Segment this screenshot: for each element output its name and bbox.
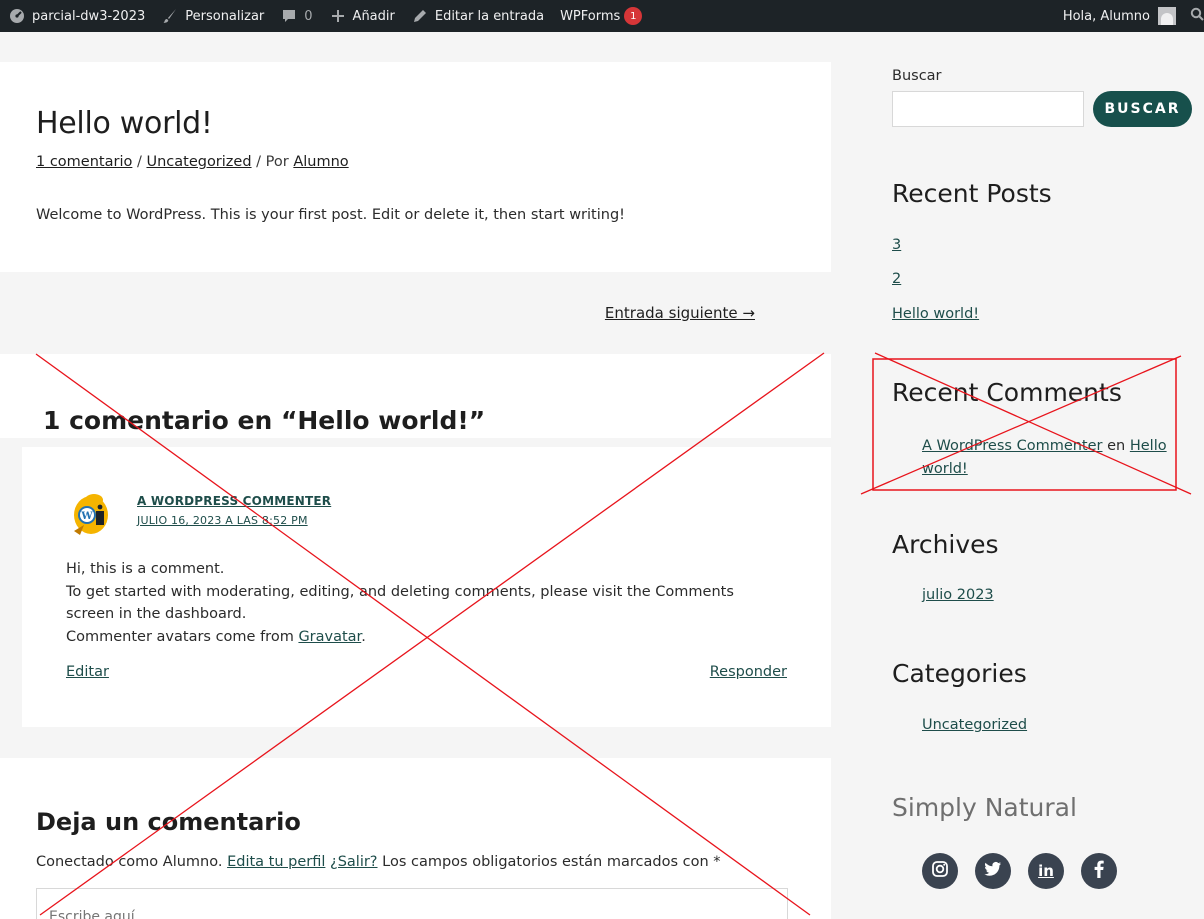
recent-posts-title: Recent Posts <box>892 179 1052 208</box>
dashboard-icon <box>8 7 26 25</box>
comment-bubble-icon <box>280 7 298 25</box>
recent-post-link[interactable]: 3 <box>892 237 901 253</box>
customize-label: Personalizar <box>185 8 265 24</box>
required-note: Los campos obligatorios están marcados c… <box>377 854 721 870</box>
meta-separator: / <box>132 154 147 170</box>
category-link[interactable]: Uncategorized <box>922 717 1027 733</box>
logged-in-as: Conectado como Alumno. Edita tu perfil ¿… <box>36 854 721 870</box>
post-author-link[interactable]: Alumno <box>293 154 348 170</box>
user-avatar-icon <box>1158 7 1176 25</box>
archives-title: Archives <box>892 530 999 559</box>
linkedin-link[interactable]: in <box>1028 853 1064 889</box>
edit-post-menu[interactable]: Editar la entrada <box>403 0 552 32</box>
pencil-icon <box>411 7 429 25</box>
wpforms-menu[interactable]: WPForms 1 <box>552 0 650 32</box>
search-icon <box>1190 7 1204 25</box>
twitter-icon <box>984 861 1002 881</box>
comment-line-suffix: . <box>361 628 366 645</box>
sidebar-search-button[interactable]: BUSCAR <box>1093 91 1192 127</box>
comment-item: W A WORDPRESS COMMENTER JULIO 16, 2023 A… <box>22 447 831 727</box>
recent-post-link[interactable]: Hello world! <box>892 306 979 322</box>
meta-by: / Por <box>251 154 294 170</box>
comment-edit-link[interactable]: Editar <box>66 664 109 680</box>
recent-comment-item: A WordPress Commenter en Hello world! <box>922 435 1172 481</box>
post-title: Hello world! <box>36 106 213 141</box>
logged-in-prefix: Conectado como Alumno. <box>36 854 228 870</box>
gravatar-link[interactable]: Gravatar <box>298 629 361 645</box>
brand-title: Simply Natural <box>892 793 1077 822</box>
recent-comment-author-link[interactable]: A WordPress Commenter <box>922 438 1103 454</box>
reply-title: Deja un comentario <box>36 808 301 836</box>
customize-menu[interactable]: Personalizar <box>153 0 272 32</box>
greeting: Hola, Alumno <box>1062 8 1150 24</box>
comment-line: Hi, this is a comment. <box>66 561 225 577</box>
post-meta: 1 comentario / Uncategorized / Por Alumn… <box>36 154 349 170</box>
comment-line: Commenter avatars come from Gravatar. <box>66 626 786 649</box>
svg-text:W: W <box>80 511 93 522</box>
next-post-link[interactable]: Entrada siguiente → <box>605 304 755 322</box>
linkedin-icon: in <box>1038 862 1054 880</box>
edit-post-label: Editar la entrada <box>434 8 545 24</box>
comments-title: 1 comentario en “Hello world!” <box>43 406 486 435</box>
wpforms-label: WPForms <box>560 8 621 24</box>
comment-reply-link[interactable]: Responder <box>710 664 787 680</box>
site-name-menu[interactable]: parcial-dw3-2023 <box>0 0 153 32</box>
commenter-avatar: W <box>70 491 112 537</box>
categories-title: Categories <box>892 659 1027 688</box>
edit-profile-link[interactable]: Edita tu perfil <box>227 854 325 870</box>
comment-body: Hi, this is a comment. To get started wi… <box>66 558 786 648</box>
comments-menu[interactable]: 0 <box>272 0 320 32</box>
post-content: Welcome to WordPress. This is your first… <box>36 207 625 223</box>
add-new-menu[interactable]: Añadir <box>321 0 403 32</box>
instagram-icon <box>931 860 949 882</box>
plus-icon <box>329 7 347 25</box>
search-label: Buscar <box>892 68 942 84</box>
admin-bar: parcial-dw3-2023 Personalizar 0 Añadir E… <box>0 0 1204 32</box>
recent-comment-post-link-cont[interactable]: world! <box>922 461 968 477</box>
recent-comment-on: en <box>1102 438 1130 454</box>
recent-comment-post-link[interactable]: Hello <box>1130 438 1167 454</box>
comment-textarea[interactable] <box>36 888 788 919</box>
brush-icon <box>161 7 179 25</box>
recent-post-link[interactable]: 2 <box>892 271 901 287</box>
twitter-link[interactable] <box>975 853 1011 889</box>
wpforms-notification-badge: 1 <box>624 7 643 25</box>
comment-date-link[interactable]: JULIO 16, 2023 A LAS 8:52 PM <box>137 514 308 527</box>
add-new-label: Añadir <box>352 8 395 24</box>
account-menu[interactable]: Hola, Alumno <box>1055 0 1184 32</box>
comments-count: 0 <box>304 8 313 24</box>
facebook-link[interactable] <box>1081 853 1117 889</box>
admin-search-button[interactable] <box>1184 0 1204 32</box>
instagram-link[interactable] <box>922 853 958 889</box>
logout-link[interactable]: ¿Salir? <box>330 854 378 870</box>
post-navigation: Entrada siguiente → <box>0 272 831 354</box>
comment-form: Deja un comentario Conectado como Alumno… <box>0 758 831 919</box>
comments-section-header: 1 comentario en “Hello world!” <box>0 354 831 438</box>
post-category-link[interactable]: Uncategorized <box>146 154 251 170</box>
comment-line: To get started with moderating, editing,… <box>66 583 734 623</box>
archive-link[interactable]: julio 2023 <box>922 587 994 603</box>
post-comments-link[interactable]: 1 comentario <box>36 154 132 170</box>
site-name: parcial-dw3-2023 <box>32 8 146 24</box>
post-article: Hello world! 1 comentario / Uncategorize… <box>0 62 831 272</box>
recent-comments-title: Recent Comments <box>892 378 1122 407</box>
facebook-icon <box>1094 860 1104 882</box>
sidebar-search-input[interactable] <box>892 91 1084 127</box>
comment-author-link[interactable]: A WORDPRESS COMMENTER <box>137 494 331 508</box>
comment-line-prefix: Commenter avatars come from <box>66 628 299 645</box>
